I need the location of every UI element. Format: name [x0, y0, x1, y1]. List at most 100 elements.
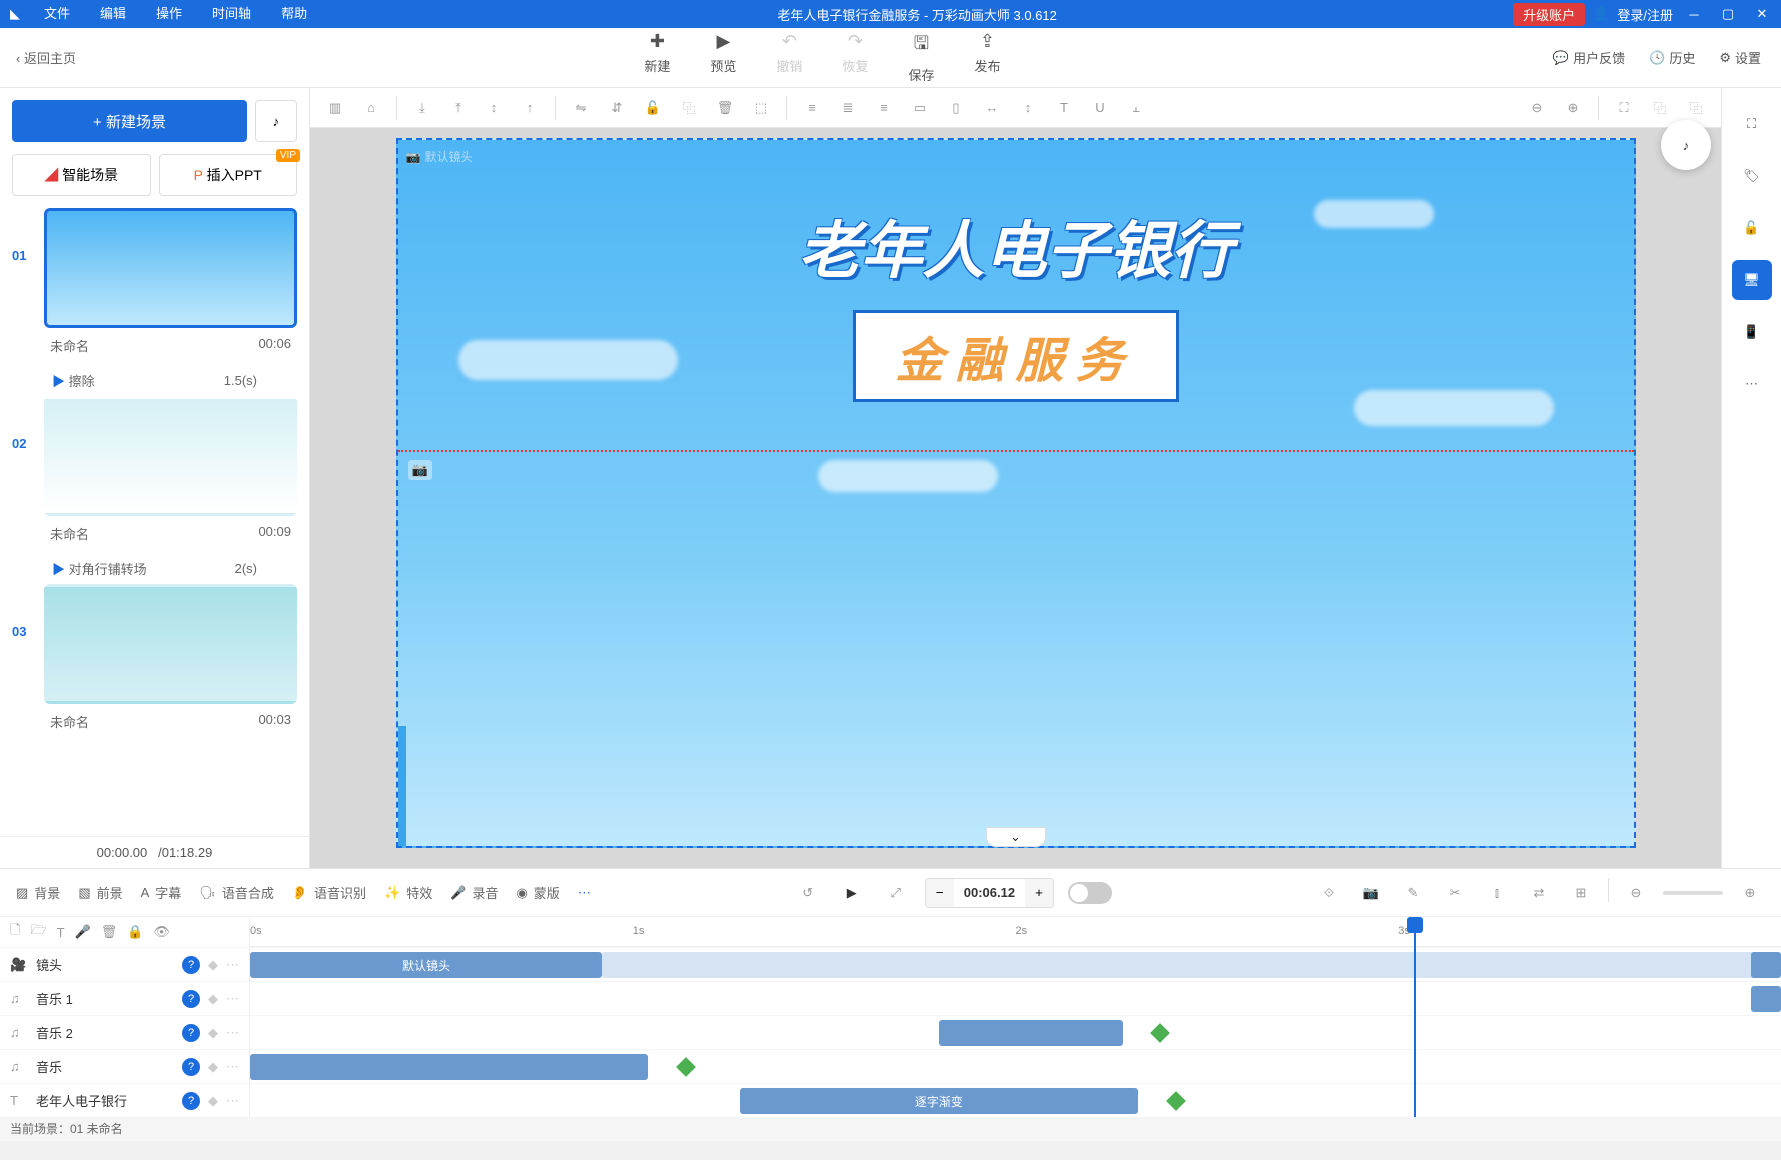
login-link[interactable]: 登录/注册 [1617, 5, 1673, 24]
keyframe-dot[interactable]: ◆ [208, 991, 218, 1007]
link-history[interactable]: 🕓 历史 [1649, 48, 1695, 67]
maximize-button[interactable]: ▢ [1715, 1, 1741, 27]
cut-icon[interactable]: ✂ [1440, 878, 1470, 908]
help-icon[interactable]: ? [182, 956, 200, 974]
zoom-in-icon[interactable]: ⊕ [1558, 93, 1588, 123]
link-icon[interactable]: ⇄ [1524, 878, 1554, 908]
music-button[interactable]: ♪ [255, 100, 297, 142]
add-track-icon[interactable]: 🗋 [10, 921, 20, 943]
spacing-h-icon[interactable]: ↔ [977, 93, 1007, 123]
help-icon[interactable]: ? [182, 1024, 200, 1042]
mic-track-icon[interactable]: 🎤 [75, 924, 91, 940]
spacing-v-icon[interactable]: ↕ [1013, 93, 1043, 123]
flip-h-icon[interactable]: ⇋ [566, 93, 596, 123]
more-dots[interactable]: ⋯ [226, 1059, 239, 1075]
toggle-switch[interactable] [1068, 882, 1112, 904]
track-header[interactable]: ♫音乐 1?◆⋯ [0, 981, 249, 1015]
help-icon[interactable]: ? [182, 990, 200, 1008]
transition-item[interactable]: ▶ 对角行铺转场2(s) [12, 553, 297, 584]
fullscreen-icon[interactable]: ⤢ [881, 878, 911, 908]
crop-icon[interactable]: ⬚ [746, 93, 776, 123]
more-dots[interactable]: ⋯ [226, 991, 239, 1007]
align-left-icon[interactable]: ≡ [797, 93, 827, 123]
menu-timeline[interactable]: 时间轴 [198, 0, 265, 28]
keyframe-dot[interactable]: ◆ [208, 1059, 218, 1075]
underline-icon[interactable]: U [1085, 93, 1115, 123]
zoom-in-tl-icon[interactable]: ⊕ [1735, 878, 1765, 908]
more-button[interactable]: ⋯ [578, 885, 591, 901]
more-dots[interactable]: ⋯ [226, 1025, 239, 1041]
align-bottom-icon[interactable]: ⤓ [407, 93, 437, 123]
record-button[interactable]: 🎤 录音 [450, 883, 498, 902]
flip-v-icon[interactable]: ⇵ [602, 93, 632, 123]
minimize-button[interactable]: ─ [1681, 1, 1707, 27]
back-to-home[interactable]: ‹ 返回主页 [0, 48, 92, 67]
link-settings[interactable]: ⚙ 设置 [1719, 48, 1761, 67]
transition-item[interactable]: ▶ 擦除1.5(s) [12, 365, 297, 396]
action-save[interactable]: 🖫保存 [908, 31, 934, 84]
fit-icon[interactable]: ⛶ [1609, 93, 1639, 123]
dist-v-icon[interactable]: ▯ [941, 93, 971, 123]
track-header[interactable]: ♫音乐 2?◆⋯ [0, 1015, 249, 1049]
align-up-icon[interactable]: ↑ [515, 93, 545, 123]
keyframe-dot[interactable]: ◆ [208, 1025, 218, 1041]
time-plus[interactable]: + [1025, 879, 1053, 907]
align-vcenter-icon[interactable]: ↕ [479, 93, 509, 123]
import-ppt-button[interactable]: P 插入PPTVIP [159, 154, 298, 196]
more-dots[interactable]: ⋯ [226, 957, 239, 973]
time-minus[interactable]: − [926, 879, 954, 907]
track-music1[interactable] [250, 981, 1781, 1015]
scene-thumbnail[interactable] [44, 396, 297, 516]
zoom-out-icon[interactable]: ⊖ [1522, 93, 1552, 123]
subtitle-button[interactable]: A 字幕 [141, 883, 182, 902]
text-track-icon[interactable]: T [57, 925, 65, 940]
snapshot-icon[interactable]: 📷 [1356, 878, 1386, 908]
menu-file[interactable]: 文件 [30, 0, 84, 28]
dist-h-icon[interactable]: ▭ [905, 93, 935, 123]
scene-thumbnail[interactable] [44, 208, 297, 328]
float-music-button[interactable]: ♪ [1661, 120, 1711, 170]
copy-page-icon[interactable]: ⿻ [1645, 93, 1675, 123]
rewind-icon[interactable]: ↺ [793, 878, 823, 908]
delete-icon[interactable]: 🗑 [710, 93, 740, 123]
smart-scene-button[interactable]: ◢ 智能场景 [12, 154, 151, 196]
tts-button[interactable]: 🗣 语音合成 [199, 883, 274, 902]
track-text[interactable]: 逐字渐变 [250, 1083, 1781, 1117]
canvas-title-2-box[interactable]: 金融服务 [852, 310, 1178, 402]
unlock-icon[interactable]: 🔓 [1732, 208, 1772, 248]
menu-action[interactable]: 操作 [142, 0, 196, 28]
new-scene-button[interactable]: + 新建场景 [12, 100, 247, 142]
desktop-view-icon[interactable]: 🖥 [1732, 260, 1772, 300]
menu-edit[interactable]: 编辑 [86, 0, 140, 28]
track-music2[interactable] [250, 1015, 1781, 1049]
track-header[interactable]: 🎥镜头?◆⋯ [0, 947, 249, 981]
eye-track-icon[interactable]: 👁 [153, 924, 170, 940]
scene-thumbnail[interactable] [44, 584, 297, 704]
fg-button[interactable]: ▧ 前景 [78, 883, 122, 902]
track-music[interactable] [250, 1049, 1781, 1083]
text-align-icon[interactable]: T [1049, 93, 1079, 123]
baseline-icon[interactable]: ⫠ [1121, 93, 1151, 123]
menu-help[interactable]: 帮助 [267, 0, 321, 28]
help-icon[interactable]: ? [182, 1058, 200, 1076]
zoom-out-tl-icon[interactable]: ⊖ [1621, 878, 1651, 908]
scene-item[interactable]: 01未命名00:06 [12, 208, 297, 359]
link-feedback[interactable]: 💬 用户反馈 [1553, 48, 1625, 67]
copy-icon[interactable]: ⿻ [674, 93, 704, 123]
scene-item[interactable]: 02未命名00:09 [12, 396, 297, 547]
keyframe-dot[interactable]: ◆ [208, 957, 218, 973]
mask-button[interactable]: ◉ 蒙版 [516, 883, 559, 902]
track-camera[interactable]: 默认镜头 [250, 947, 1781, 981]
tag-icon[interactable]: 🏷 [1732, 156, 1772, 196]
collapse-canvas-button[interactable]: ⌄ [986, 827, 1046, 847]
scene-item[interactable]: 03未命名00:03 [12, 584, 297, 735]
mobile-view-icon[interactable]: 📱 [1732, 312, 1772, 352]
lock-icon[interactable]: 🔓 [638, 93, 668, 123]
canvas[interactable]: 📷 默认镜头 老年人电子银行 金融服务 📷 [396, 138, 1636, 848]
lock-track-icon[interactable]: 🔒 [127, 924, 143, 940]
upgrade-button[interactable]: 升级账户 [1513, 3, 1585, 26]
close-button[interactable]: ✕ [1749, 1, 1775, 27]
bg-button[interactable]: ▨ 背景 [16, 883, 60, 902]
folder-icon[interactable]: 🗁 [30, 921, 46, 943]
align-top-icon[interactable]: ⤒ [443, 93, 473, 123]
